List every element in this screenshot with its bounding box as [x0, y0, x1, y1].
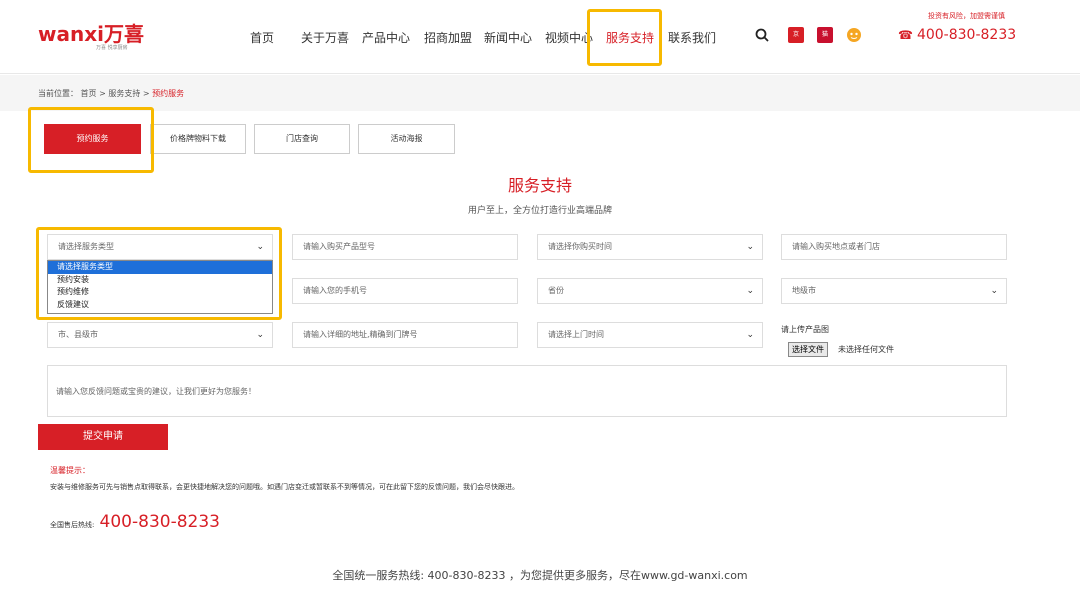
breadcrumb-current: 预约服务	[152, 89, 185, 98]
breadcrumb: 当前位置： 首页 > 服务支持 > 预约服务	[38, 88, 184, 99]
logo-text: wanxi万喜	[38, 22, 144, 46]
chevron-down-icon: ⌄	[746, 286, 754, 296]
hotline-number: 400-830-8233	[916, 27, 1017, 43]
purchase-time-select[interactable]: 请选择你购买时间 ⌄	[537, 234, 763, 260]
chevron-down-icon: ⌄	[990, 286, 998, 296]
visit-time-select[interactable]: 请选择上门时间 ⌄	[537, 322, 763, 348]
aftersale-hotline: 全国售后热线: 400-830-8233	[50, 512, 220, 532]
file-upload-button[interactable]: 选择文件	[788, 342, 828, 357]
header-hotline: ☎ 400-830-8233	[898, 27, 1016, 43]
tmall-icon[interactable]: 猫	[817, 27, 833, 43]
breadcrumb-bar: 当前位置： 首页 > 服务支持 > 预约服务	[0, 75, 1080, 111]
nav-news[interactable]: 新闻中心	[484, 29, 532, 46]
risk-notice: 投资有风险，加盟需谨慎	[928, 12, 1005, 20]
province-value: 省份	[548, 286, 564, 295]
footer-text: 全国统一服务热线: 400-830-8233 ，为您提供更多服务，尽在www.g…	[332, 569, 748, 582]
section-subtitle: 用户至上，全方位打造行业高端品牌	[467, 206, 612, 216]
jd-icon[interactable]: 京	[788, 27, 804, 43]
nav-products[interactable]: 产品中心	[362, 29, 410, 46]
nav-home[interactable]: 首页	[250, 29, 274, 46]
tab-posters[interactable]: 活动海报	[358, 124, 455, 154]
feedback-textarea[interactable]: 请输入您反馈问题或宝贵的建议，让我们更好为您服务！	[47, 365, 1007, 417]
purchase-time-value: 请选择你购买时间	[548, 242, 612, 251]
nav-contact[interactable]: 联系我们	[668, 29, 716, 46]
search-icon[interactable]	[755, 28, 769, 42]
tab-store-search[interactable]: 门店查询	[254, 124, 350, 154]
tips-body: 安装与维修服务可先与销售点取得联系，会更快捷地解决您的问题哦。如遇门店变迁或暂联…	[50, 483, 519, 491]
tips-title: 温馨提示：	[50, 466, 90, 475]
section-title: 服务支持	[507, 176, 572, 195]
chevron-down-icon: ⌄	[746, 330, 754, 340]
city-select[interactable]: 地级市 ⌄	[781, 278, 1007, 304]
tab-booking-highlight	[28, 107, 154, 173]
tab-price-download[interactable]: 价格牌物料下载	[150, 124, 246, 154]
dropdown-highlight	[36, 227, 282, 320]
phone-input[interactable]: 请输入您的手机号	[292, 278, 518, 304]
logo-tagline: 万喜 悦享厨房	[96, 45, 128, 51]
county-select[interactable]: 市、县级市 ⌄	[47, 322, 273, 348]
nav-franchise[interactable]: 招商加盟	[424, 29, 472, 46]
nav-video[interactable]: 视频中心	[545, 29, 593, 46]
logo[interactable]: wanxi万喜 万喜 悦享厨房	[38, 18, 144, 51]
upload-status: 未选择任何文件	[838, 345, 894, 354]
breadcrumb-path[interactable]: 首页 > 服务支持 >	[81, 89, 153, 98]
county-value: 市、县级市	[58, 330, 98, 339]
nav-service-highlight	[587, 9, 662, 66]
purchase-place-input[interactable]: 请输入购买地点或者门店	[781, 234, 1007, 260]
province-select[interactable]: 省份 ⌄	[537, 278, 763, 304]
mascot-icon[interactable]	[846, 27, 862, 43]
chevron-down-icon: ⌄	[746, 242, 754, 252]
aftersale-label: 全国售后热线:	[50, 521, 95, 529]
aftersale-number: 400-830-8233	[99, 512, 220, 532]
breadcrumb-prefix: 当前位置：	[38, 89, 78, 98]
upload-label: 请上传产品图	[781, 325, 829, 334]
nav-about[interactable]: 关于万喜	[301, 29, 349, 46]
site-header: wanxi万喜 万喜 悦享厨房 首页 关于万喜 产品中心 招商加盟 新闻中心 视…	[0, 0, 1080, 74]
submit-button[interactable]: 提交申请	[38, 424, 168, 450]
chevron-down-icon: ⌄	[256, 330, 264, 340]
visit-time-value: 请选择上门时间	[548, 330, 604, 339]
phone-icon: ☎	[898, 28, 913, 42]
product-model-input[interactable]: 请输入购买产品型号	[292, 234, 518, 260]
city-value: 地级市	[792, 286, 816, 295]
address-input[interactable]: 请输入详细的地址,精确到门牌号	[292, 322, 518, 348]
